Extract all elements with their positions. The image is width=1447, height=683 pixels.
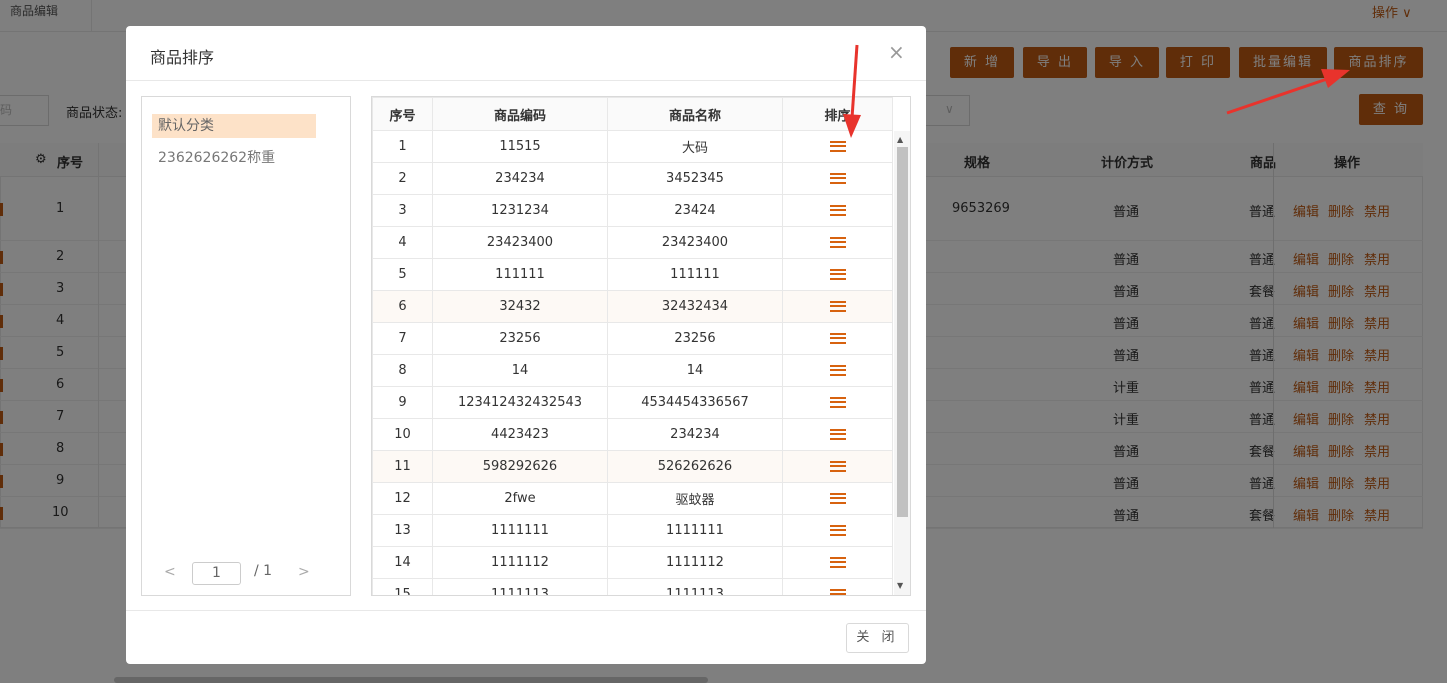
- arrow-head-right: [1321, 69, 1350, 88]
- arrow-line-down: [850, 44, 859, 119]
- arrow-line-right: [1226, 76, 1331, 115]
- annotation-arrows: [843, 44, 1350, 138]
- arrow-head-down: [843, 114, 861, 138]
